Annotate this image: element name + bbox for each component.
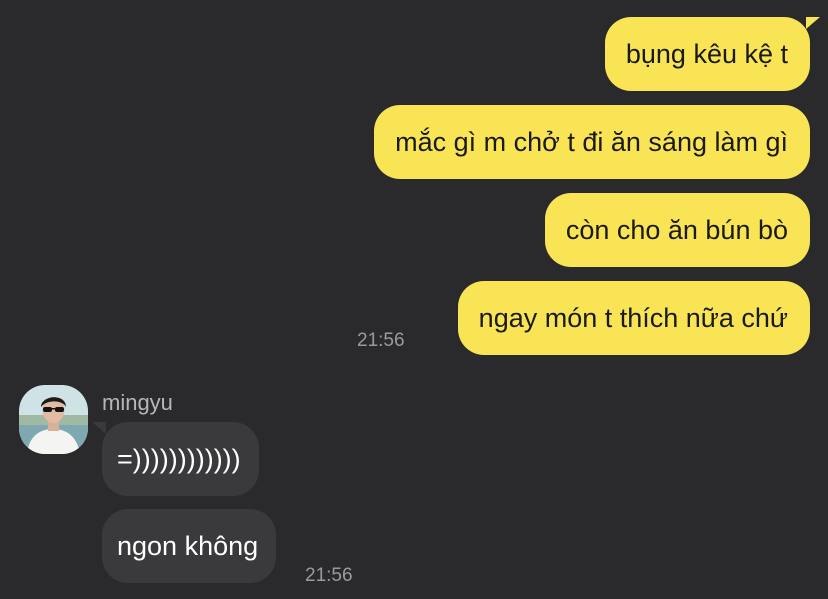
message-text: bụng kêu kệ t [625,38,788,69]
sender-name: mingyu [102,390,173,415]
message-timestamp: 21:56 [357,330,405,351]
message-text: ngay món t thích nữa chứ [478,302,788,333]
outgoing-message[interactable]: ngay món t thích nữa chứ [457,281,810,355]
outgoing-message[interactable]: còn cho ăn bún bò [544,193,810,267]
message-timestamp: 21:56 [305,565,353,586]
bubble-tail [806,17,820,29]
outgoing-message[interactable]: mắc gì m chở t đi ăn sáng làm gì [374,105,810,179]
incoming-message[interactable]: ngon không [102,509,277,583]
message-text: ngon không [117,530,259,561]
message-text: còn cho ăn bún bò [565,214,788,245]
outgoing-message[interactable]: bụng kêu kệ t [604,17,810,91]
chat-conversation: bụng kêu kệ t mắc gì m chở t đi ăn sáng … [0,0,828,599]
message-text: =)))))))))))) [117,443,241,474]
bubble-tail [92,422,106,434]
profile-photo-icon [19,385,88,454]
incoming-message[interactable]: =)))))))))))) [102,422,259,496]
avatar[interactable] [19,385,88,454]
message-text: mắc gì m chở t đi ăn sáng làm gì [395,126,788,157]
